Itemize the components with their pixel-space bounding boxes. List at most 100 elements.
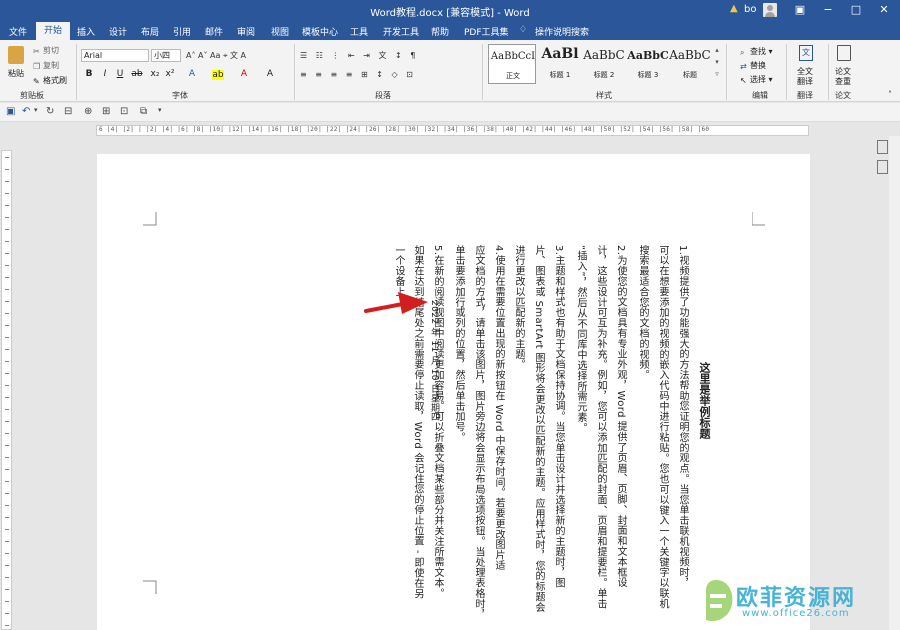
font-color-icon[interactable]: A xyxy=(238,69,250,79)
redo-icon[interactable]: ↻ xyxy=(46,106,54,117)
ruler-tick xyxy=(5,301,9,302)
side-icon-1[interactable] xyxy=(877,140,888,154)
cut-button[interactable]: ✂ 剪切 xyxy=(33,45,59,56)
user-name[interactable]: bo xyxy=(744,4,756,15)
align-icons[interactable]: ≡ ≡ ≡ ≡ ⊞ ↕ ◇ ⊡ xyxy=(300,70,416,79)
format-painter-button[interactable]: ✎ 格式刷 xyxy=(33,75,67,86)
grow-font-icon[interactable]: A˄ A˅ Aa ⌖ 文 A xyxy=(186,50,246,61)
copy-icon: ❐ xyxy=(33,62,41,71)
tab-references[interactable]: 引用 xyxy=(173,25,191,38)
tab-mailings[interactable]: 邮件 xyxy=(205,25,223,38)
styles-scroll[interactable]: ▴ ▾ ▿ xyxy=(712,44,722,84)
customize-qat-icon[interactable]: ▾ xyxy=(158,106,162,114)
text-line[interactable]: 计，这些设计可互为补充。例如，您可以添加匹配的封面、页眉和提要栏。单击 xyxy=(594,245,607,609)
maximize-button[interactable]: □ xyxy=(842,0,870,22)
tab-view[interactable]: 视图 xyxy=(271,25,289,38)
tab-design[interactable]: 设计 xyxy=(109,25,127,38)
text-line[interactable]: 片、图表或 SmartArt 图形将会更改以匹配新的主题。应用样式时，您的标题会 xyxy=(532,245,545,612)
font-name-dropdown[interactable]: Arial xyxy=(81,49,149,62)
list-icons[interactable]: ☰ ☷ ⋮ ⇤ ⇥ 文 ↕ ¶ xyxy=(300,50,418,61)
ribbon-display-icon[interactable]: ▣ xyxy=(786,0,814,22)
vertical-ruler[interactable] xyxy=(1,150,12,630)
collapse-ribbon-icon[interactable]: ˄ xyxy=(888,90,892,99)
ruler-tick xyxy=(5,157,9,158)
replace-button[interactable]: ⇄ 替换 xyxy=(740,60,766,71)
qat-icon-5[interactable]: ⧉ xyxy=(140,106,147,117)
minimize-button[interactable]: − xyxy=(814,0,842,22)
text-line[interactable]: 一个设备上。 xyxy=(392,245,405,307)
paste-icon[interactable] xyxy=(8,46,24,64)
margin-corner-top-right xyxy=(752,212,765,226)
text-line[interactable]: 应文档的方式，请单击该图片，图片旁边将会显示布局选项按钮。当处理表格时， xyxy=(472,245,485,619)
ruler-tick xyxy=(5,313,9,314)
qat-icon-4[interactable]: ⊡ xyxy=(120,106,128,117)
italic-button[interactable]: I xyxy=(99,69,111,79)
paper-check-icon[interactable] xyxy=(837,45,851,61)
text-effects-icon[interactable]: A xyxy=(186,69,198,79)
text-line[interactable]: 如果在达到结尾处之前需要停止读取，Word 会记住您的停止位置 - 即使在另 xyxy=(411,245,424,599)
tab-layout[interactable]: 布局 xyxy=(141,25,159,38)
ruler-tick xyxy=(5,433,9,434)
text-line[interactable]: 2.为使您的文档具有专业外观，Word 提供了页眉、页脚、封面和文本框设 xyxy=(614,245,627,588)
text-line[interactable]: 2022 年 11 月 10 日星期四 xyxy=(427,300,440,422)
ruler-tick xyxy=(5,421,9,422)
style-normal[interactable]: AaBbCcI 正文 xyxy=(488,44,536,84)
warning-icon[interactable]: ▲ xyxy=(730,3,738,14)
side-icon-2[interactable] xyxy=(877,160,888,174)
full-translate-button-line2[interactable]: 翻译 xyxy=(797,76,813,87)
close-button[interactable]: ✕ xyxy=(870,0,898,22)
save-icon[interactable]: ▣ xyxy=(6,106,15,117)
translate-icon[interactable]: 文 xyxy=(799,45,813,61)
style-heading3[interactable]: AaBbC 标题 3 xyxy=(624,44,672,84)
highlight-icon[interactable]: ab xyxy=(212,70,224,80)
undo-dropdown-icon[interactable]: ▾ xyxy=(34,106,38,114)
style-heading1[interactable]: AaBl 标题 1 xyxy=(536,44,584,84)
tab-file[interactable]: 文件 xyxy=(9,25,27,38)
copy-button[interactable]: ❐ 复制 xyxy=(33,60,59,71)
ruler-tick xyxy=(5,397,9,398)
tab-help[interactable]: 帮助 xyxy=(431,25,449,38)
qat-icon-2[interactable]: ⊕ xyxy=(84,106,92,117)
text-line[interactable]: 4.使用在需要位置出现的新按钮在 Word 中保存时间。若要更改图片适 xyxy=(492,245,505,571)
undo-icon[interactable]: ↶ xyxy=(22,106,30,117)
font-size-dropdown[interactable]: 小四 xyxy=(151,49,181,62)
style-title[interactable]: AaBbC 标题 xyxy=(668,44,712,84)
paper-check-button-line2[interactable]: 查重 xyxy=(835,76,851,87)
ruler-tick xyxy=(5,325,9,326)
underline-button[interactable]: U xyxy=(114,69,126,79)
text-line[interactable]: 单击要添加行或列的位置，然后单击加号。 xyxy=(452,245,465,443)
text-line[interactable]: 搜索最适合您的文档的视频。 xyxy=(636,245,649,380)
select-button[interactable]: ↖ 选择 ▾ xyxy=(740,74,773,85)
ruler-tick xyxy=(5,337,9,338)
tab-template-center[interactable]: 模板中心 xyxy=(302,25,338,38)
tell-me-search[interactable]: 操作说明搜索 xyxy=(535,25,589,38)
qat-icon-3[interactable]: ⊞ xyxy=(102,106,110,117)
tab-pdf-tools[interactable]: PDF工具集 xyxy=(464,25,509,38)
text-line[interactable]: 1.视频提供了功能强大的方法帮助您证明您的观点。当您单击联机视频时， xyxy=(676,245,689,588)
vertical-scrollbar[interactable] xyxy=(889,136,900,630)
ruler-tick xyxy=(5,481,9,482)
tab-tools[interactable]: 工具 xyxy=(350,25,368,38)
ruler-tick xyxy=(5,457,9,458)
text-line[interactable]: 进行更改以匹配新的主题。 xyxy=(512,245,525,370)
font-group-label: 字体 xyxy=(172,91,188,100)
char-shading-icon[interactable]: A xyxy=(264,69,276,79)
text-line[interactable]: 3.主题和样式也有助于文档保持协调。当您单击设计并选择新的主题时，图 xyxy=(552,245,565,588)
tab-insert[interactable]: 插入 xyxy=(77,25,95,38)
superscript-button[interactable]: x² xyxy=(164,69,176,79)
strikethrough-button[interactable]: ab xyxy=(131,69,143,79)
ruler-tick xyxy=(5,385,9,386)
tab-home[interactable]: 开始 xyxy=(36,22,70,40)
find-button[interactable]: ⌕ 查找 ▾ xyxy=(740,46,773,57)
avatar[interactable] xyxy=(763,3,777,17)
tab-developer[interactable]: 开发工具 xyxy=(383,25,419,38)
style-heading2[interactable]: AaBbC 标题 2 xyxy=(580,44,628,84)
bold-button[interactable]: B xyxy=(83,69,95,79)
text-line[interactable]: 可以在想要添加的视频的嵌入代码中进行粘贴。您也可以键入一个关键字以联机 xyxy=(656,245,669,609)
paste-button[interactable]: 粘贴 xyxy=(8,68,24,79)
text-line[interactable]: “插入”，然后从不同库中选择所需元素。 xyxy=(574,245,587,433)
horizontal-ruler[interactable]: 6 |4| |2| | |2| |4| |6| |8| |10| |12| |1… xyxy=(96,125,809,136)
qat-icon-1[interactable]: ⊟ xyxy=(64,106,72,117)
subscript-button[interactable]: x₂ xyxy=(149,69,161,79)
tab-review[interactable]: 审阅 xyxy=(237,25,255,38)
